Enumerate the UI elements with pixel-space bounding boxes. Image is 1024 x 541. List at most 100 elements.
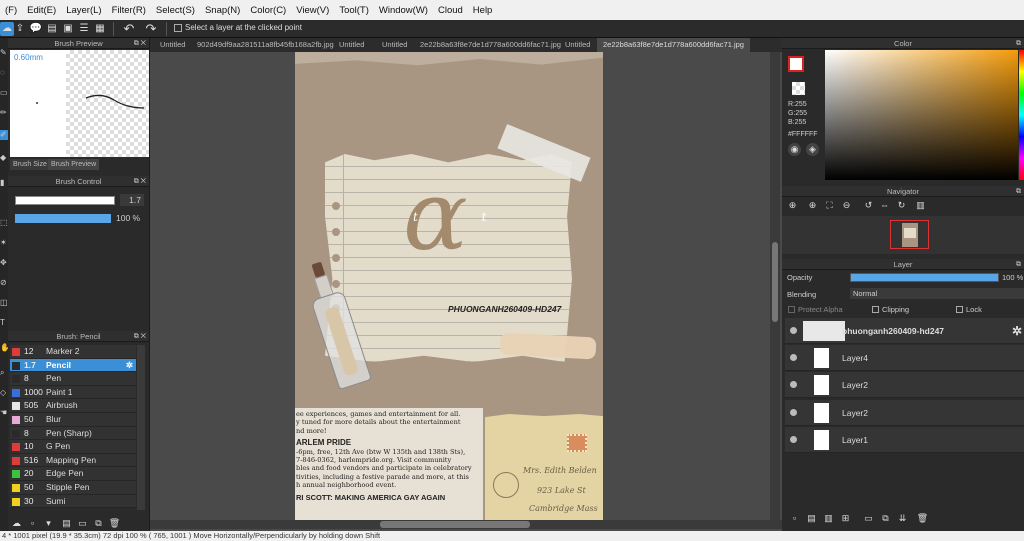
layer-row[interactable]: phuonganh260409-hd247 ✲ — [785, 318, 1024, 344]
tab-document-active[interactable]: 2e22b8a63f8e7de1d778a600dd6fac71.jpg — [597, 38, 750, 52]
menu-file[interactable]: (F) — [0, 5, 22, 16]
artwork-canvas[interactable]: α t t PHUONGANH260409-HD247 ee experienc… — [295, 52, 603, 520]
copy-brush-icon[interactable]: ▤ — [60, 517, 73, 530]
menu-edit[interactable]: Edit(E) — [22, 5, 61, 16]
rotate-right-icon[interactable]: ↻ — [895, 199, 908, 212]
brush-item[interactable]: 30 Sumi — [10, 494, 136, 509]
blending-mode-select[interactable]: Normal — [850, 288, 1024, 299]
visibility-icon[interactable] — [790, 435, 797, 443]
reset-view-icon[interactable]: ▥ — [914, 199, 927, 212]
palette-icon[interactable]: ◉ — [788, 143, 801, 156]
comment-icon[interactable]: 💬 — [29, 22, 43, 36]
eyedropper-tool-icon[interactable]: ⊘ — [0, 278, 8, 288]
new-brush-icon[interactable]: ▫ — [26, 517, 39, 530]
redo-icon[interactable]: ↷ — [144, 22, 158, 36]
menu-snap[interactable]: Snap(N) — [200, 5, 245, 16]
add-layer-menu-icon[interactable]: ⊞ — [839, 512, 852, 525]
brush-item[interactable]: 50 Stipple Pen — [10, 481, 136, 495]
color-sv-picker[interactable] — [825, 50, 1018, 180]
visibility-icon[interactable] — [790, 381, 797, 389]
menu-window[interactable]: Window(W) — [374, 5, 433, 16]
window-icon[interactable]: ▤ — [45, 22, 59, 36]
menu-cloud[interactable]: Cloud — [433, 5, 468, 16]
brush-menu-icon[interactable]: ▾ — [42, 517, 55, 530]
cloud-icon[interactable]: ☁ — [0, 22, 14, 36]
tab-document[interactable]: Untitled — [559, 38, 596, 52]
brush-item[interactable]: 10 G Pen — [10, 440, 136, 454]
new-layer-icon[interactable]: ▥ — [822, 512, 835, 525]
zoom-out-icon[interactable]: ⊖ — [840, 199, 853, 212]
merge-layer-icon[interactable]: ⇊ — [896, 512, 909, 525]
menu-select[interactable]: Select(S) — [151, 5, 200, 16]
visibility-icon[interactable] — [790, 408, 797, 416]
panel-float-icon[interactable]: ⧉ — [1016, 38, 1021, 49]
zoom-tool-icon[interactable]: ⌕ — [0, 368, 8, 378]
background-color-swatch[interactable] — [792, 82, 805, 95]
pen-tool-icon[interactable]: ✎ — [0, 48, 8, 58]
undo-icon[interactable]: ↶ — [122, 22, 136, 36]
menu-tool[interactable]: Tool(T) — [334, 5, 374, 16]
layer-row[interactable]: Layer1 — [785, 426, 1024, 453]
brush-item[interactable]: 8 Pen (Sharp) — [10, 426, 136, 441]
brush-item[interactable]: 50 Blur — [10, 413, 136, 427]
horizontal-scroll-thumb[interactable] — [380, 521, 530, 528]
brush-item[interactable]: 20 Edge Pen — [10, 467, 136, 481]
tab-document[interactable]: 902d49df9aa281511a8fb45fb168a2fb.jpg — [191, 38, 340, 52]
panel-close-icon[interactable]: ⧉ ✕ — [134, 38, 146, 49]
brush-size-value[interactable]: 1.7 — [120, 194, 144, 206]
hand-tool-icon[interactable]: ✋ — [0, 343, 8, 353]
gear-icon[interactable]: ✲ — [1012, 324, 1022, 338]
layer-opacity-slider[interactable] — [850, 273, 999, 282]
panel-float-icon[interactable]: ⧉ — [1016, 186, 1021, 197]
lasso-tool-icon[interactable]: ◌ — [0, 68, 8, 78]
color-hue-bar[interactable] — [1019, 50, 1024, 180]
layer-row[interactable]: Layer2 — [785, 372, 1024, 399]
panel-close-icon[interactable]: ⧉ ✕ — [134, 176, 146, 187]
menu-help[interactable]: Help — [468, 5, 498, 16]
tab-document[interactable]: Untitled — [154, 38, 191, 52]
layer-row[interactable]: Layer4 — [785, 345, 1024, 372]
eraser-tool-icon[interactable]: ◫ — [0, 298, 8, 308]
brush-item[interactable]: 12 Marker 2 — [10, 345, 136, 359]
tab-brush-size[interactable]: Brush Size — [10, 159, 50, 170]
add-brush-icon[interactable]: ☁ — [10, 517, 23, 530]
new-layer-icon[interactable]: ▤ — [805, 512, 818, 525]
menu-color[interactable]: Color(C) — [245, 5, 291, 16]
tab-document[interactable]: Untitled — [333, 38, 370, 52]
visibility-icon[interactable] — [790, 327, 797, 334]
fill-tool-icon[interactable]: ◆ — [0, 153, 8, 163]
zoom-in-icon[interactable]: ⊕ — [786, 199, 799, 212]
fit-screen-icon[interactable]: ⛶ — [823, 199, 836, 212]
gear-icon[interactable]: ✲ — [126, 359, 133, 372]
tab-brush-preview[interactable]: Brush Preview — [48, 159, 100, 170]
panel-close-icon[interactable]: ⧉ ✕ — [134, 331, 146, 342]
brush-opacity-slider[interactable] — [15, 214, 111, 223]
shape-tool-icon[interactable]: ◇ — [0, 388, 8, 398]
gradient-tool-icon[interactable]: ▮ — [0, 178, 8, 188]
flip-icon[interactable]: ⇔ — [878, 199, 891, 212]
brush-item[interactable]: 1.7 Pencil ✲ — [10, 358, 136, 373]
protect-alpha-checkbox[interactable] — [788, 306, 795, 313]
image-icon[interactable]: ▣ — [61, 22, 75, 36]
clipping-checkbox[interactable] — [872, 306, 879, 313]
canvas-horizontal-scrollbar[interactable] — [150, 520, 782, 529]
duplicate-layer-icon[interactable]: ⧉ — [879, 512, 892, 525]
layer-row[interactable]: Layer2 — [785, 399, 1024, 426]
folder-icon[interactable]: ▭ — [76, 517, 89, 530]
menu-filter[interactable]: Filter(R) — [107, 5, 151, 16]
brush-item[interactable]: 8 Pen — [10, 372, 136, 386]
rotate-left-icon[interactable]: ↺ — [862, 199, 875, 212]
vertical-scroll-thumb[interactable] — [772, 242, 778, 322]
list-icon[interactable]: ☰ — [77, 22, 91, 36]
panel-float-icon[interactable]: ⧉ — [1016, 259, 1021, 270]
move-tool-icon[interactable]: ✥ — [0, 258, 8, 268]
new-layer-icon[interactable]: ▫ — [788, 512, 801, 525]
brush-tool-icon[interactable]: ✐ — [0, 130, 8, 140]
share-icon[interactable]: ⇪ — [13, 22, 27, 36]
duplicate-icon[interactable]: ⧉ — [92, 517, 105, 530]
select-tool-icon[interactable]: ▭ — [0, 88, 8, 98]
color-set-icon[interactable]: ◈ — [806, 143, 819, 156]
delete-brush-icon[interactable]: 🗑 — [108, 517, 121, 530]
folder-icon[interactable]: ▭ — [862, 512, 875, 525]
pencil-tool-icon[interactable]: ✏ — [0, 108, 8, 118]
